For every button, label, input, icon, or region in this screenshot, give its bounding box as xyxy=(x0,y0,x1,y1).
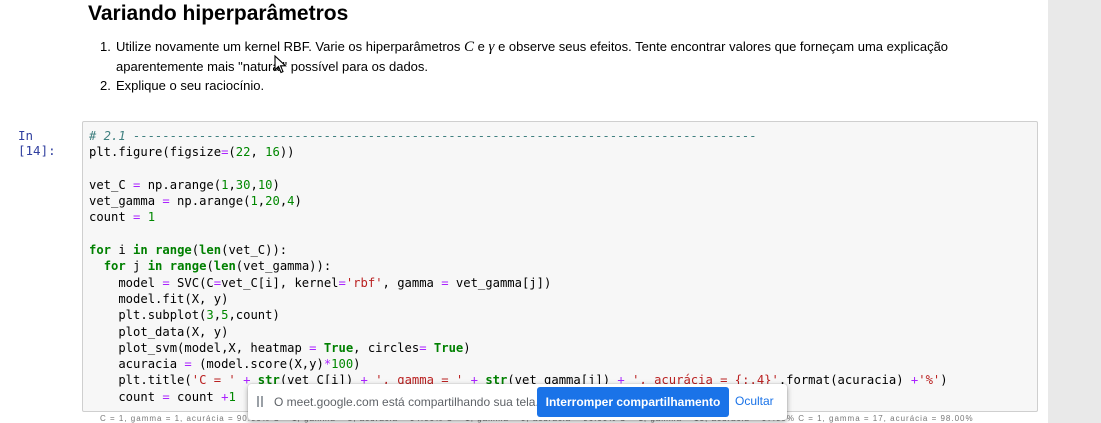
share-message: O meet.google.com está compartilhando su… xyxy=(274,395,539,409)
code-line: model.fit(X, y) xyxy=(89,291,229,306)
code-text[interactable]: # 2.1 ----------------------------------… xyxy=(89,128,948,405)
list-number: 2. xyxy=(100,78,111,93)
hide-button[interactable]: Ocultar xyxy=(735,394,774,408)
math-symbol-gamma: γ xyxy=(488,39,495,55)
drag-handle-icon[interactable] xyxy=(257,396,263,407)
code-line: model = SVC(C=vet_C[i], kernel='rbf', ga… xyxy=(89,275,552,290)
code-line: count = 1 xyxy=(89,210,156,225)
list-number: 1. xyxy=(100,39,111,54)
screen-share-notification: O meet.google.com está compartilhando su… xyxy=(248,384,787,420)
code-line: plt.subplot(3,5,count) xyxy=(89,308,280,323)
math-symbol-c: C xyxy=(464,39,475,55)
instructions-list: 1. Utilize novamente um kernel RBF. Vari… xyxy=(100,37,1016,95)
code-line: for j in range(len(vet_gamma)): xyxy=(103,259,332,274)
code-line: plot_data(X, y) xyxy=(89,324,229,339)
code-line: plt.figure(figsize=(22, 16)) xyxy=(89,145,295,160)
page-gutter xyxy=(1048,0,1101,423)
instruction-text: e xyxy=(477,39,485,54)
mouse-cursor-icon xyxy=(274,55,287,74)
instruction-text: Explique o seu raciocínio. xyxy=(116,78,265,93)
list-item: 1. Utilize novamente um kernel RBF. Vari… xyxy=(100,37,1016,76)
cell-prompt: In [14]: xyxy=(18,128,56,158)
stop-sharing-button[interactable]: Interromper compartilhamento xyxy=(537,387,729,417)
code-line: # 2.1 ----------------------------------… xyxy=(89,129,757,143)
instruction-text: Utilize novamente um kernel RBF. Varie o… xyxy=(116,39,461,54)
section-heading: Variando hiperparâmetros xyxy=(88,2,349,25)
code-line: vet_gamma = np.arange(1,20,4) xyxy=(89,194,302,209)
code-line: count = count +1 xyxy=(89,389,236,404)
code-line: acuracia = (model.score(X,y)*100) xyxy=(89,357,361,372)
code-cell-editor[interactable]: # 2.1 ----------------------------------… xyxy=(82,121,1038,412)
list-item: 2. Explique o seu raciocínio. xyxy=(100,76,1016,95)
code-line: for i in range(len(vet_C)): xyxy=(89,243,288,258)
code-line: vet_C = np.arange(1,30,10) xyxy=(89,177,280,192)
code-line: plot_svm(model,X, heatmap = True, circle… xyxy=(89,340,471,355)
notebook-page: Variando hiperparâmetros 1. Utilize nova… xyxy=(0,0,1048,423)
